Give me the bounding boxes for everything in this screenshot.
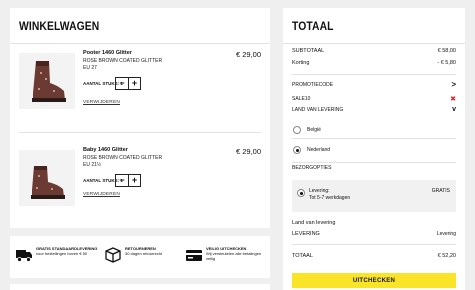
discount-row: Korting - € 5,80 bbox=[292, 60, 456, 66]
divider bbox=[292, 138, 456, 139]
product-size: EU 27 bbox=[83, 65, 97, 71]
subtotal-row: SUBTOTAAL € 58,00 bbox=[292, 48, 456, 54]
land-heading: Land van levering bbox=[292, 220, 336, 226]
perk-desc: Wij versleutelen alle betalingen veilig bbox=[206, 251, 262, 261]
perk-secure-checkout: VEILIG UITCHECKEN Wij versleutelen alle … bbox=[186, 246, 262, 264]
delivery-eta: Tot 5-7 werkdagen bbox=[309, 195, 351, 201]
country-option-label[interactable]: België bbox=[307, 127, 321, 133]
divider bbox=[19, 132, 261, 133]
delivery-radio[interactable] bbox=[297, 189, 305, 197]
perks-strip: GRATIS STANDAARDLEVERING voor bestelling… bbox=[10, 236, 270, 278]
chevron-right-icon: > bbox=[451, 80, 456, 89]
country-option-label[interactable]: Nederland bbox=[307, 147, 330, 153]
cart-title: WINKELWAGEN bbox=[19, 21, 100, 33]
discount-label: Korting bbox=[292, 60, 310, 66]
quantity-stepper: − + bbox=[115, 77, 141, 90]
checkout-button[interactable]: UITCHECKEN bbox=[292, 273, 456, 288]
decrease-button[interactable]: − bbox=[116, 175, 128, 186]
land-heading-row: Land van levering bbox=[292, 220, 456, 226]
remove-item-link[interactable]: VERWIJDEREN bbox=[83, 100, 120, 105]
discount-value: - € 5,80 bbox=[437, 60, 456, 66]
country-label: LAND VAN LEVERING bbox=[292, 107, 344, 113]
divider bbox=[10, 43, 270, 44]
perk-returns: RETOURNEREN 30 dagen retourrecht bbox=[105, 246, 162, 264]
product-price: € 29,00 bbox=[235, 50, 261, 59]
close-icon[interactable]: ✖ bbox=[450, 95, 456, 103]
product-price: € 29,00 bbox=[235, 147, 261, 156]
promo-code-toggle[interactable]: PROMOTIECODE > bbox=[292, 80, 456, 89]
product-image[interactable] bbox=[19, 53, 75, 109]
subtotal-label: SUBTOTAAL bbox=[292, 48, 325, 54]
delivery-option-card[interactable]: Levering: Tot 5-7 werkdagen GRATIS bbox=[292, 180, 456, 212]
divider bbox=[283, 43, 465, 44]
country-radio-belgie[interactable] bbox=[293, 126, 301, 134]
product-color: ROSE BROWN COATED GLITTER bbox=[83, 155, 163, 161]
product-color: ROSE BROWN COATED GLITTER bbox=[83, 58, 163, 64]
decrease-button[interactable]: − bbox=[116, 78, 128, 89]
levering-value: Levering bbox=[436, 231, 456, 237]
perk-desc: voor bestellingen boven € 50 bbox=[36, 251, 88, 256]
subtotal-value: € 58,00 bbox=[437, 48, 456, 54]
delivery-options-heading: BEZORGOPTIES bbox=[292, 165, 456, 171]
promo-code: SALE10 bbox=[292, 96, 311, 102]
delivery-options-label: BEZORGOPTIES bbox=[292, 165, 332, 171]
chevron-down-icon: v bbox=[452, 106, 456, 113]
box-icon bbox=[105, 247, 121, 263]
quantity-stepper: − + bbox=[115, 174, 141, 187]
product-image[interactable] bbox=[19, 150, 75, 206]
summary-panel: TOTAAL SUBTOTAAL € 58,00 Korting - € 5,8… bbox=[283, 8, 465, 290]
cart-panel: WINKELWAGEN Pooter 1460 Glitter ROSE BRO… bbox=[10, 8, 270, 228]
product-name[interactable]: Baby 1460 Glitter bbox=[83, 147, 128, 153]
lower-panel bbox=[10, 284, 270, 290]
promo-label: PROMOTIECODE bbox=[292, 82, 334, 88]
card-icon bbox=[186, 250, 202, 261]
summary-title: TOTAAL bbox=[292, 21, 334, 33]
truck-icon bbox=[16, 250, 32, 262]
total-label: TOTAAL bbox=[292, 253, 313, 259]
remove-item-link[interactable]: VERWIJDEREN bbox=[83, 192, 120, 197]
levering-row: LEVERING Levering bbox=[292, 231, 456, 237]
increase-button[interactable]: + bbox=[128, 175, 140, 186]
product-name[interactable]: Pooter 1460 Glitter bbox=[83, 50, 132, 56]
divider bbox=[292, 162, 456, 163]
cart-item: Baby 1460 Glitter ROSE BROWN COATED GLIT… bbox=[10, 142, 270, 222]
total-value: € 52,20 bbox=[437, 253, 456, 259]
perk-free-shipping: GRATIS STANDAARDLEVERING voor bestelling… bbox=[16, 246, 97, 264]
levering-label: LEVERING bbox=[292, 231, 320, 237]
cart-item: Pooter 1460 Glitter ROSE BROWN COATED GL… bbox=[10, 45, 270, 125]
delivery-name: Levering: bbox=[309, 188, 330, 194]
increase-button[interactable]: + bbox=[128, 78, 140, 89]
perk-desc: 30 dagen retourrecht bbox=[125, 251, 163, 256]
divider bbox=[292, 74, 456, 75]
country-dropdown[interactable]: LAND VAN LEVERING v bbox=[292, 106, 456, 113]
total-row: TOTAAL € 52,20 bbox=[292, 253, 456, 259]
delivery-price: GRATIS bbox=[431, 188, 450, 194]
applied-promo-row: SALE10 ✖ bbox=[292, 96, 456, 103]
country-radio-nederland[interactable] bbox=[293, 146, 301, 154]
product-size: EU 21½ bbox=[83, 162, 102, 168]
divider bbox=[292, 244, 456, 245]
